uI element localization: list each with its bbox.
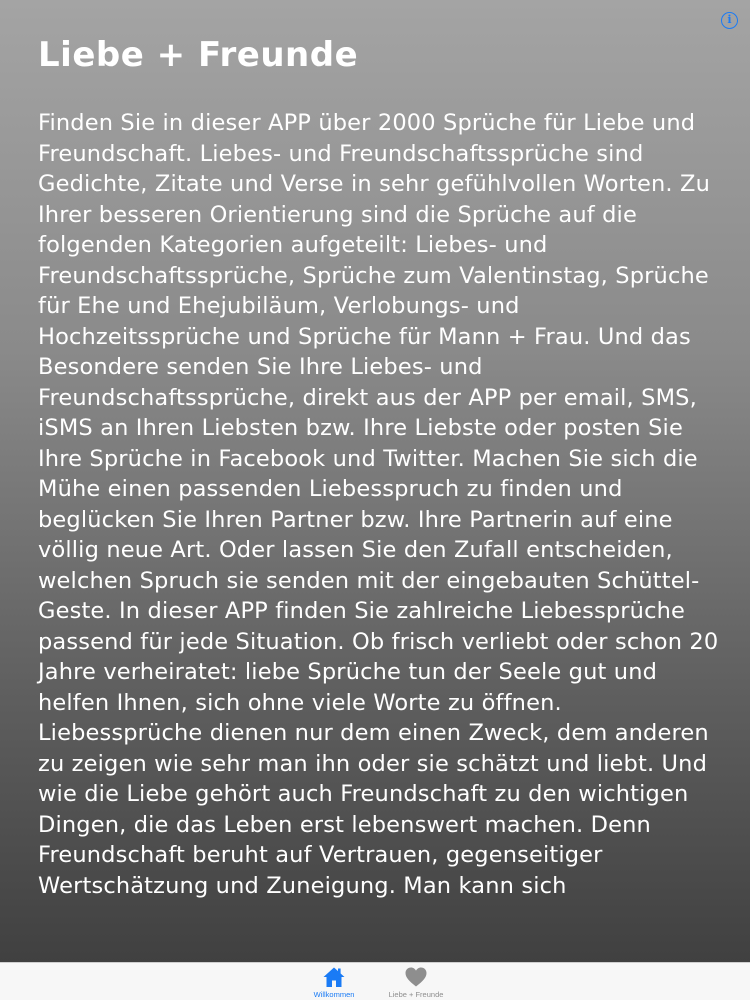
tab-liebe-freunde[interactable]: Liebe + Freunde [371, 964, 461, 1000]
tab-willkommen[interactable]: Willkommen [289, 964, 379, 1000]
tab-bar: Willkommen Liebe + Freunde [0, 962, 750, 1000]
welcome-content: i Liebe + Freunde Finden Sie in dieser A… [0, 0, 750, 962]
heart-icon [405, 967, 427, 987]
page-title: Liebe + Freunde [38, 35, 359, 75]
home-icon [323, 967, 345, 987]
tab-label-willkommen: Willkommen [313, 990, 355, 999]
info-icon[interactable]: i [721, 12, 738, 29]
description-text: Finden Sie in dieser APP über 2000 Sprüc… [38, 110, 719, 899]
tab-label-liebe-freunde: Liebe + Freunde [388, 990, 444, 999]
